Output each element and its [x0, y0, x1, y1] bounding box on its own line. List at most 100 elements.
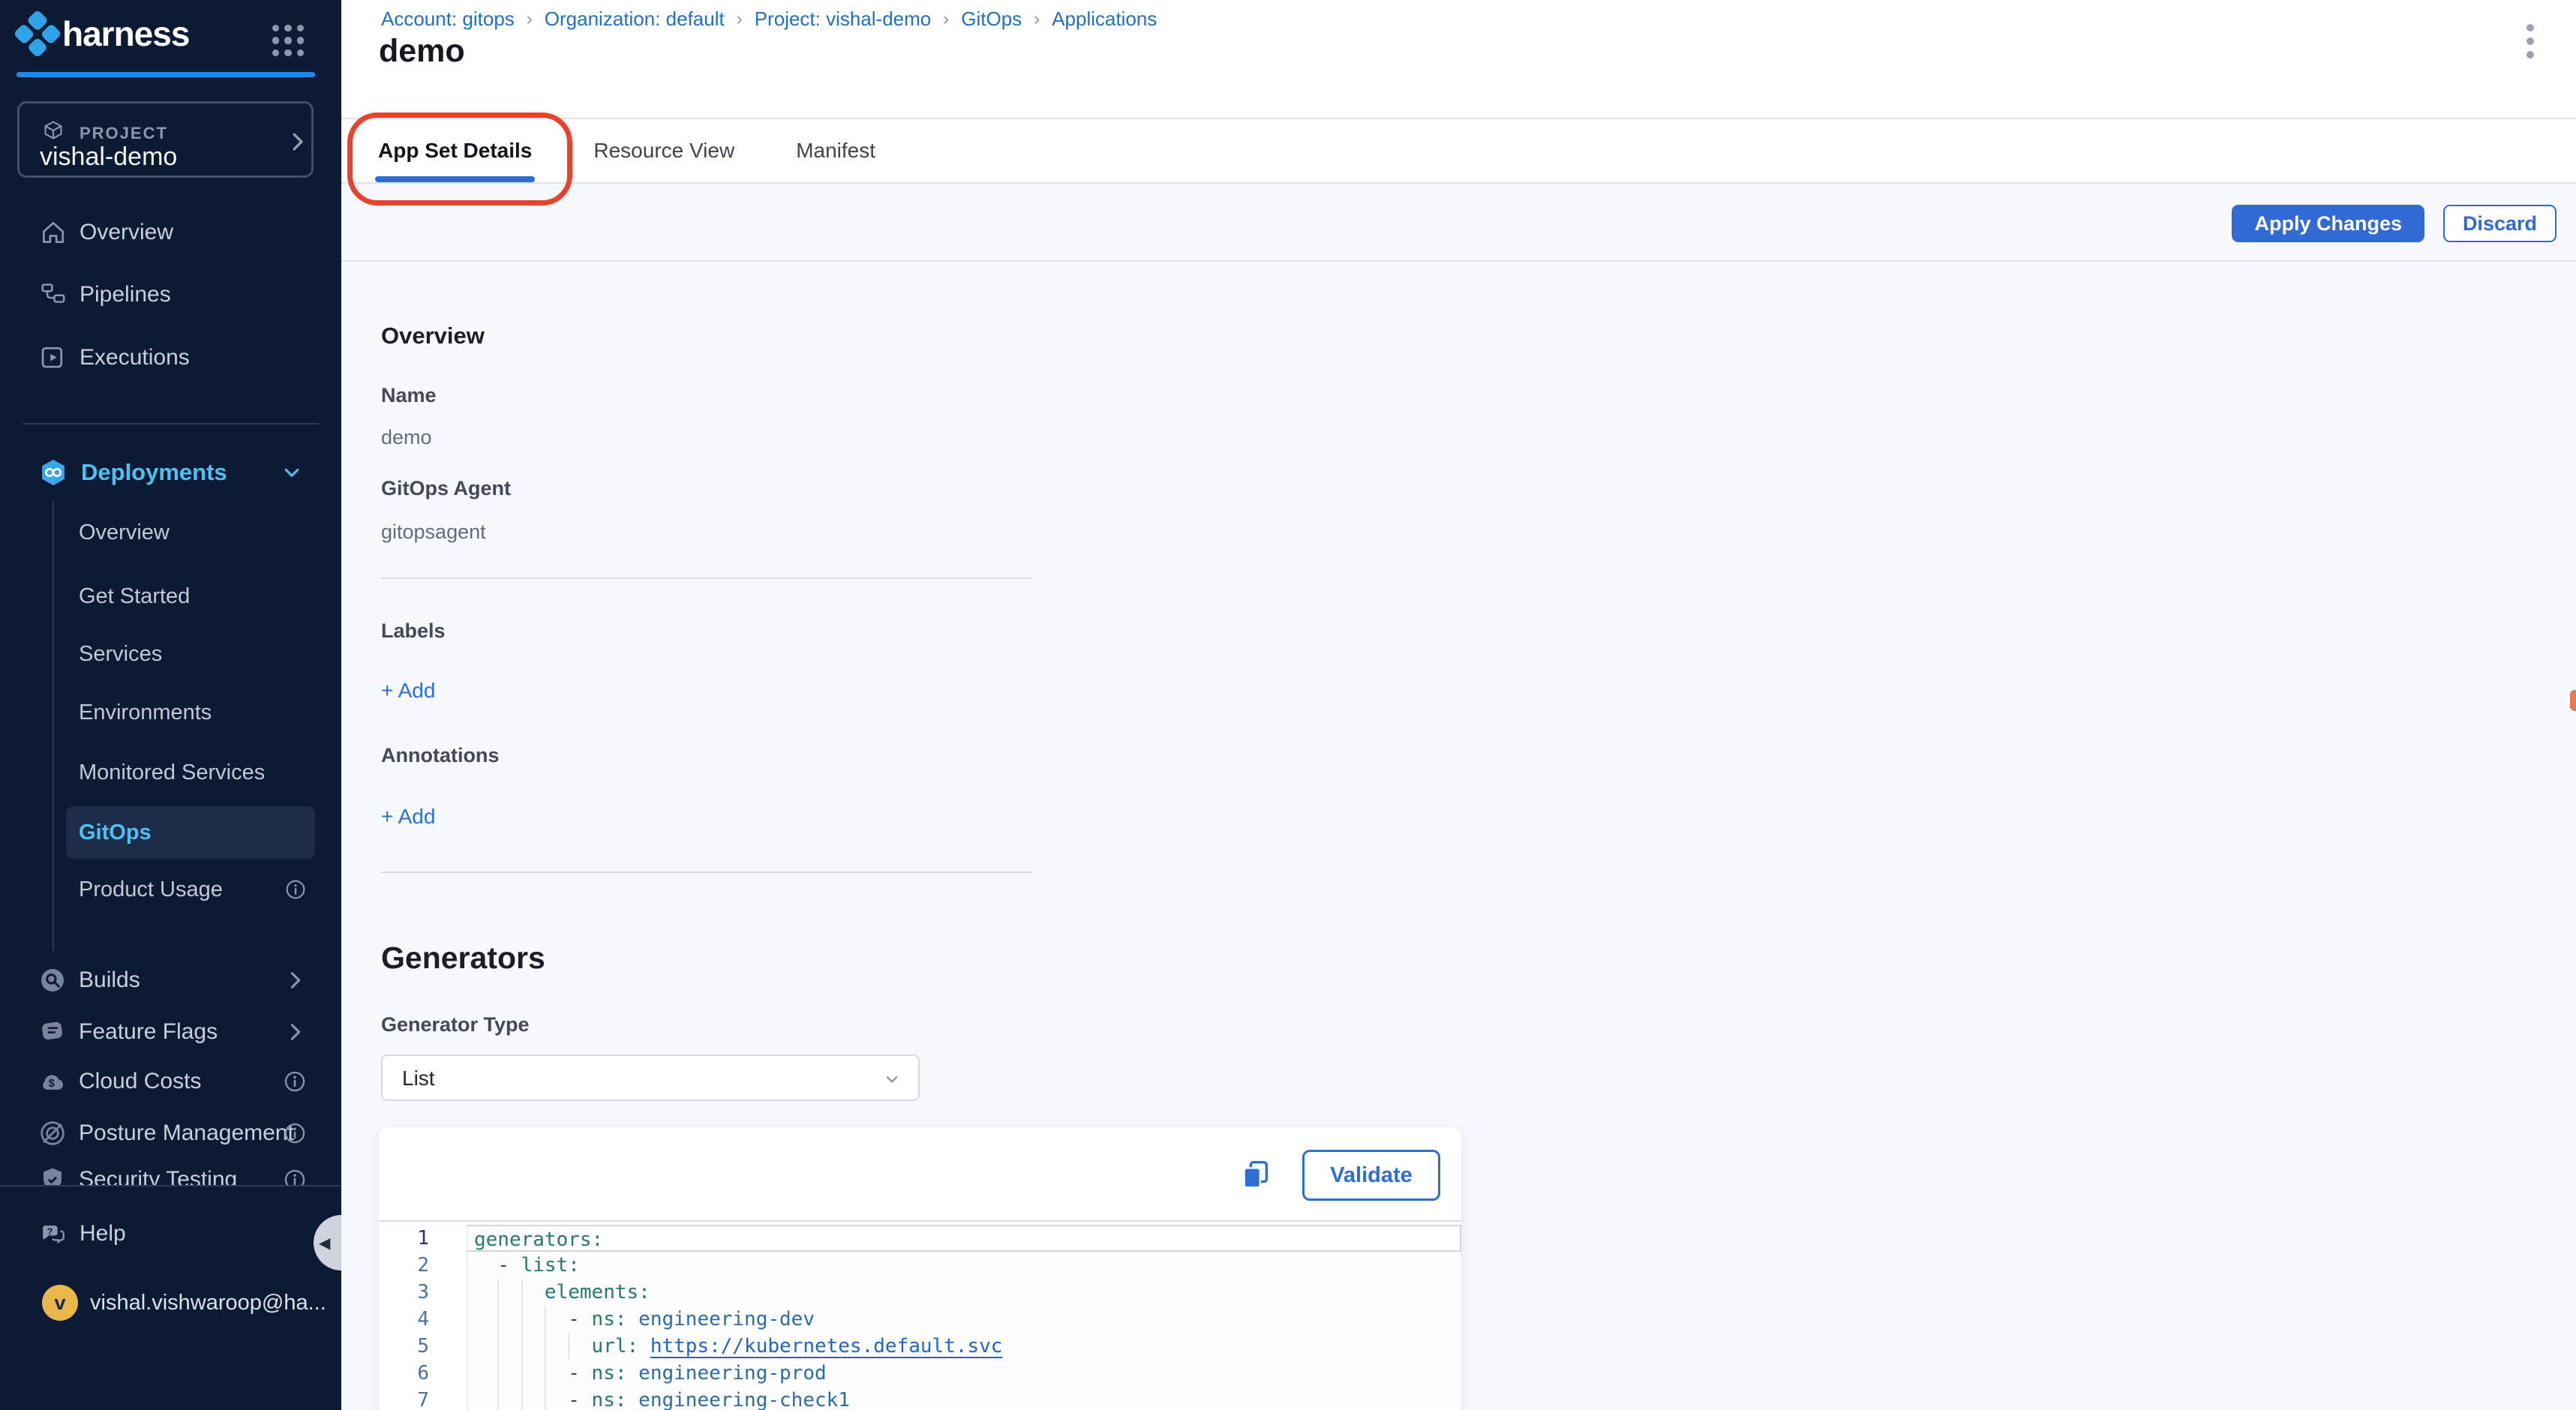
cloud-icon: $	[38, 1066, 68, 1096]
line-number: 4	[379, 1306, 467, 1333]
generator-type-value: List	[402, 1066, 435, 1090]
sidebar-item-label: GitOps	[79, 820, 152, 845]
section-divider	[381, 578, 1032, 579]
sidebar-item-get-started[interactable]: Get Started	[0, 570, 341, 622]
breadcrumb-link-applications[interactable]: Applications	[1052, 8, 1157, 31]
sidebar-item-label: Overview	[80, 220, 173, 245]
breadcrumb-separator-icon: ›	[737, 9, 743, 30]
yaml-line-2: 2 - list:	[379, 1252, 1461, 1279]
project-selector-label: PROJECT	[80, 124, 168, 143]
tab-manifest[interactable]: Manifest	[793, 119, 878, 182]
home-icon	[39, 218, 68, 247]
apply-changes-button[interactable]: Apply Changes	[2232, 205, 2424, 242]
breadcrumb-link-organization-default[interactable]: Organization: default	[545, 8, 725, 31]
yaml-token-dash: -	[568, 1389, 591, 1410]
sidebar-module-feature-flags[interactable]: Feature Flags	[0, 1007, 341, 1057]
labels-add-button[interactable]: + Add	[381, 679, 435, 703]
yaml-line-content: generators:	[467, 1225, 1461, 1252]
gitops-agent-value: gitopsagent	[381, 520, 486, 544]
breadcrumb-link-project-vishal-demo[interactable]: Project: vishal-demo	[755, 8, 932, 31]
validate-button[interactable]: Validate	[1302, 1150, 1440, 1201]
yaml-url-link[interactable]: https://kubernetes.default.svc	[650, 1335, 1003, 1358]
avatar: v	[42, 1285, 78, 1321]
sidebar-item-monitored-services[interactable]: Monitored Services	[0, 746, 341, 799]
line-number: 2	[379, 1252, 467, 1279]
yaml-token-key: list:	[521, 1254, 580, 1276]
sidebar-item-gitops[interactable]: GitOps	[0, 806, 341, 859]
line-number: 6	[379, 1360, 467, 1387]
yaml-token-dash: -	[497, 1254, 521, 1276]
copy-icon[interactable]	[1238, 1157, 1273, 1192]
yaml-editor[interactable]: 1generators:2 - list:3 elements:4 - ns: …	[379, 1220, 1461, 1410]
sidebar-item-overview[interactable]: Overview	[0, 206, 341, 259]
indent-guide	[545, 1306, 546, 1333]
sidebar-item-help[interactable]: ? Help	[0, 1208, 341, 1260]
sidebar-module-deployments[interactable]: Deployments	[0, 446, 341, 499]
module-grid-icon[interactable]	[272, 25, 304, 56]
sidebar-item-overview[interactable]: Overview	[0, 506, 341, 559]
chevron-right-icon	[284, 128, 311, 155]
user-profile[interactable]: v vishal.vishwaroop@ha...	[0, 1276, 341, 1329]
sidebar-module-cloud-costs[interactable]: $ Cloud Costs	[0, 1057, 341, 1106]
yaml-line-content: - list:	[467, 1252, 1461, 1279]
sidebar-footer: ? Help v vishal.vishwaroop@ha...	[0, 1185, 341, 1410]
gitops-agent-label: GitOps Agent	[381, 477, 511, 500]
sidebar-module-label: Cloud Costs	[79, 1069, 201, 1094]
yaml-token-key: url:	[592, 1335, 639, 1358]
chevron-right-icon	[282, 1019, 308, 1045]
sidebar-item-label: Get Started	[79, 584, 190, 609]
yaml-line-4: 4 - ns: engineering-dev	[379, 1306, 1461, 1333]
annotations-add-button[interactable]: + Add	[381, 805, 435, 829]
sidebar-item-label: Overview	[79, 520, 170, 545]
sidebar-item-label: Monitored Services	[79, 760, 265, 785]
discard-button[interactable]: Discard	[2443, 205, 2556, 242]
yaml-line-content: - ns: engineering-dev	[467, 1306, 1461, 1333]
sidebar-item-executions[interactable]: Executions	[0, 332, 341, 384]
sidebar-item-pipelines[interactable]: Pipelines	[0, 268, 341, 321]
generator-type-select[interactable]: List	[381, 1054, 920, 1101]
sidebar-item-label: Executions	[80, 345, 190, 370]
edge-annotation-mark	[2570, 690, 2576, 711]
tab-app-set-details[interactable]: App Set Details	[375, 119, 535, 182]
sidebar-item-label: Services	[79, 642, 162, 667]
sidebar-item-services[interactable]: Services	[0, 628, 341, 680]
collapse-arrow-icon: ◀	[319, 1234, 330, 1252]
indent-guide	[497, 1360, 499, 1387]
indent-guide	[545, 1387, 546, 1410]
breadcrumb-link-account-gitops[interactable]: Account: gitops	[381, 8, 515, 31]
sidebar-item-label: Product Usage	[79, 878, 223, 902]
yaml-token-ws	[627, 1389, 639, 1410]
sidebar-module-builds[interactable]: Builds	[0, 956, 341, 1005]
breadcrumb-separator-icon: ›	[1034, 9, 1040, 30]
yaml-token-dash: -	[568, 1308, 591, 1330]
sidebar-item-environments[interactable]: Environments	[0, 686, 341, 739]
labels-label: Labels	[381, 620, 446, 643]
yaml-token-ws	[627, 1362, 639, 1384]
sidebar-module-posture-management[interactable]: Posture Management	[0, 1108, 341, 1158]
harness-gitops-appset-page: { "brand": { "logo_text": "harness", "pr…	[0, 0, 2576, 1410]
yaml-token-val: engineering-check1	[638, 1389, 850, 1410]
harness-logo-text: harness	[62, 14, 189, 54]
yaml-line-3: 3 elements:	[379, 1279, 1461, 1306]
yaml-line-content: url: https://kubernetes.default.svc	[467, 1333, 1461, 1360]
indent-guide	[521, 1306, 523, 1333]
annotations-label: Annotations	[381, 744, 499, 767]
action-toolbar: Apply Changes Discard	[341, 185, 2576, 262]
indent-guide	[521, 1279, 523, 1306]
yaml-token-ws	[474, 1281, 545, 1304]
kebab-menu-icon[interactable]	[2515, 18, 2545, 66]
sidebar-item-product-usage[interactable]: Product Usage	[0, 863, 341, 916]
breadcrumb-link-gitops[interactable]: GitOps	[961, 8, 1022, 31]
tab-resource-view[interactable]: Resource View	[590, 119, 737, 182]
chevron-down-icon	[882, 1070, 902, 1089]
section-divider	[381, 872, 1032, 873]
sidebar-module-label: Posture Management	[79, 1120, 294, 1146]
page-header: Account: gitops › Organization: default › Pr…	[341, 0, 2576, 118]
builds-icon	[38, 965, 68, 995]
yaml-line-7: 7 - ns: engineering-check1	[379, 1387, 1461, 1410]
deployments-icon	[38, 457, 69, 488]
yaml-token-dash: -	[568, 1362, 591, 1384]
line-number: 7	[379, 1387, 467, 1410]
project-selector[interactable]: PROJECT vishal-demo	[17, 101, 314, 178]
name-label: Name	[381, 384, 437, 407]
